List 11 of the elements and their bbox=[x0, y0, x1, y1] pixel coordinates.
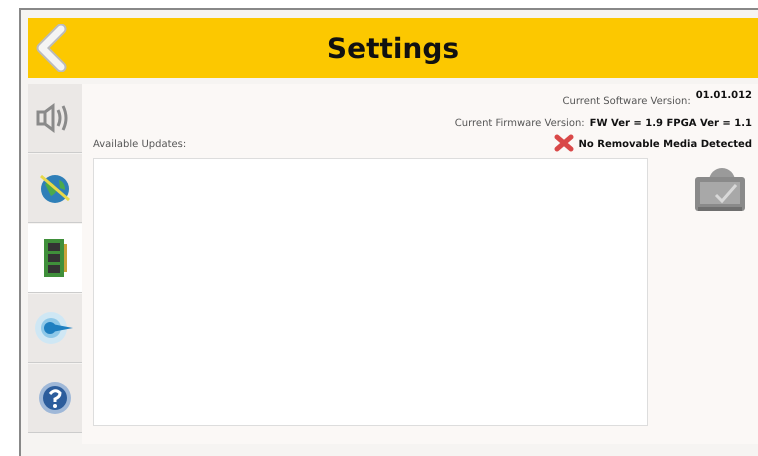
firmware-version-value: FW Ver = 1.9 FPGA Ver = 1.1 bbox=[590, 118, 752, 128]
software-version-label: Current Software Version: bbox=[562, 96, 691, 106]
page-title: Settings bbox=[326, 32, 460, 64]
firmware-version-label: Current Firmware Version: bbox=[454, 118, 585, 128]
memory-module-icon bbox=[42, 238, 68, 278]
sidebar-tab[interactable] bbox=[28, 224, 82, 293]
available-updates-label: Available Updates: bbox=[93, 138, 186, 150]
sidebar-tab[interactable] bbox=[28, 364, 82, 433]
software-version-value: 01.01.012 bbox=[696, 90, 752, 101]
help-icon bbox=[38, 381, 72, 415]
media-status: No Removable Media Detected bbox=[578, 138, 752, 150]
